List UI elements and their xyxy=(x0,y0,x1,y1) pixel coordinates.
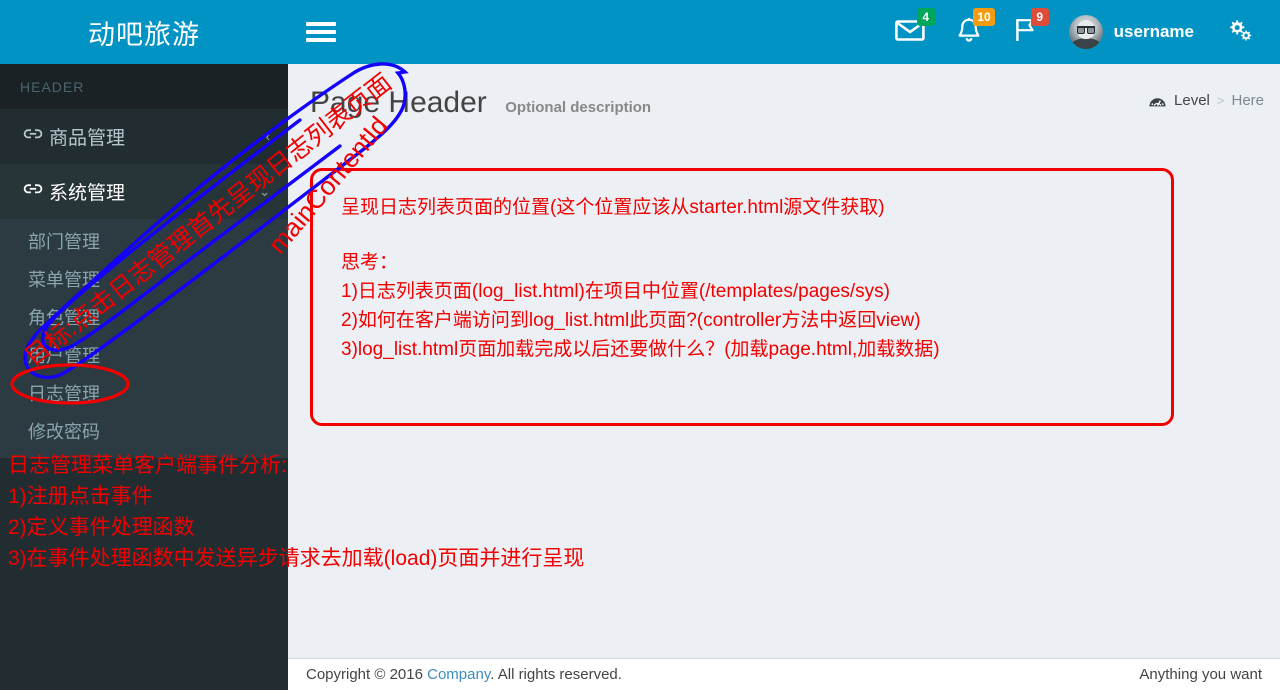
sidebar-subitem-menu[interactable]: 菜单管理 xyxy=(0,260,288,298)
annotation-box-line: 1)日志列表页面(log_list.html)在项目中位置(/templates… xyxy=(341,281,890,302)
breadcrumb-here: Here xyxy=(1231,92,1264,109)
sidebar: HEADER 商品管理 ‹ 系统管理 ⌄ 部门管理 菜单管理 角色管理 用户管理… xyxy=(0,64,288,690)
annotation-box-line: 2)如何在客户端访问到log_list.html此页面?(controller方… xyxy=(341,310,921,331)
link-icon xyxy=(23,181,49,202)
content-header: Page Header Optional description Level >… xyxy=(288,64,1280,130)
sidebar-item-label: 系统管理 xyxy=(49,183,126,204)
breadcrumb-level[interactable]: Level xyxy=(1174,92,1210,109)
app-logo[interactable]: 动吧旅游 xyxy=(0,0,288,64)
hamburger-icon[interactable] xyxy=(306,19,336,45)
navbar-right-menu: 4 10 9 username xyxy=(879,0,1280,64)
logo-text: 动吧旅游 xyxy=(88,19,200,50)
link-icon xyxy=(23,126,49,147)
footer: Copyright © 2016 Company. All rights res… xyxy=(288,658,1280,690)
sidebar-subitem-role[interactable]: 角色管理 xyxy=(0,298,288,336)
annotation-note-line: 2)定义事件处理函数 xyxy=(8,516,195,539)
navbar-body: 4 10 9 username xyxy=(288,0,1280,64)
annotation-note-line: 3)在事件处理函数中发送异步请求去加载(load)页面并进行呈现 xyxy=(8,547,585,570)
sidebar-subitem-label: 修改密码 xyxy=(28,422,100,442)
footer-company-link[interactable]: Company xyxy=(427,666,490,683)
page-description: Optional description xyxy=(505,99,652,116)
app-root: 动吧旅游 4 10 9 username HEADER 商品管理 ‹ 系统管理 … xyxy=(0,0,1280,690)
chevron-down-icon: ⌄ xyxy=(259,183,270,199)
hamburger-bar xyxy=(306,22,336,26)
sidebar-subitem-change-password[interactable]: 修改密码 xyxy=(0,412,288,450)
tasks-badge: 9 xyxy=(1030,8,1049,26)
sidebar-header: HEADER xyxy=(0,64,288,109)
sidebar-subitem-label: 角色管理 xyxy=(28,308,100,328)
annotation-box-line: 思考： xyxy=(341,252,399,273)
sidebar-item-system-management[interactable]: 系统管理 ⌄ xyxy=(0,164,288,219)
sidebar-subitem-log[interactable]: 日志管理 xyxy=(0,374,288,412)
avatar xyxy=(1068,15,1103,49)
annotation-note-line: 日志管理菜单客户端事件分析: xyxy=(8,454,287,477)
annotation-box-line: 3)log_list.html页面加载完成以后还要做什么？(加载page.htm… xyxy=(341,339,940,360)
sidebar-subitem-label: 用户管理 xyxy=(28,346,100,366)
footer-copyright-prefix: Copyright © 2016 xyxy=(306,666,428,683)
sidebar-subitem-label: 部门管理 xyxy=(28,232,100,252)
hamburger-bar xyxy=(306,30,336,34)
notifications-menu[interactable]: 10 xyxy=(941,0,997,64)
sidebar-item-label: 商品管理 xyxy=(49,128,126,149)
footer-copyright: Copyright © 2016 Company. All rights res… xyxy=(306,666,622,683)
user-menu[interactable]: username xyxy=(1053,0,1210,64)
settings-menu[interactable] xyxy=(1210,0,1270,64)
annotation-note-line: 1)注册点击事件 xyxy=(8,485,153,508)
annotation-box-line: 呈现日志列表页面的位置(这个位置应该从starter.html源文件获取) xyxy=(341,197,885,218)
avatar-glasses xyxy=(1076,26,1095,34)
sidebar-item-product-management[interactable]: 商品管理 ‹ xyxy=(0,109,288,164)
breadcrumb: Level > Here xyxy=(1148,92,1264,109)
sidebar-subitem-department[interactable]: 部门管理 xyxy=(0,222,288,260)
gears-icon xyxy=(1226,17,1254,48)
username-label: username xyxy=(1113,22,1194,41)
sidebar-subitem-label: 日志管理 xyxy=(28,384,100,404)
annotation-note: 日志管理菜单客户端事件分析: 1)注册点击事件 2)定义事件处理函数 3)在事件… xyxy=(8,450,998,574)
sidebar-subitem-label: 菜单管理 xyxy=(28,270,100,290)
hamburger-bar xyxy=(306,38,336,42)
page-title: Page Header xyxy=(310,86,487,119)
messages-menu[interactable]: 4 xyxy=(879,0,941,64)
footer-copyright-suffix: . All rights reserved. xyxy=(490,666,622,683)
tasks-menu[interactable]: 9 xyxy=(997,0,1053,64)
footer-right-text: Anything you want xyxy=(1139,666,1262,683)
top-navbar: 动吧旅游 4 10 9 username xyxy=(0,0,1280,64)
sidebar-submenu: 部门管理 菜单管理 角色管理 用户管理 日志管理 修改密码 xyxy=(0,219,288,458)
annotation-box: 呈现日志列表页面的位置(这个位置应该从starter.html源文件获取) 思考… xyxy=(310,168,1174,426)
breadcrumb-separator: > xyxy=(1216,93,1225,108)
notifications-badge: 10 xyxy=(973,8,995,26)
messages-badge: 4 xyxy=(916,8,935,26)
content-wrapper: Page Header Optional description Level >… xyxy=(288,64,1280,690)
sidebar-subitem-user[interactable]: 用户管理 xyxy=(0,336,288,374)
annotation-box-spacer xyxy=(341,222,1171,248)
sidebar-header-label: HEADER xyxy=(20,78,85,95)
chevron-left-icon: ‹ xyxy=(265,129,270,144)
dashboard-icon xyxy=(1148,93,1167,109)
avatar-body xyxy=(1070,38,1101,49)
